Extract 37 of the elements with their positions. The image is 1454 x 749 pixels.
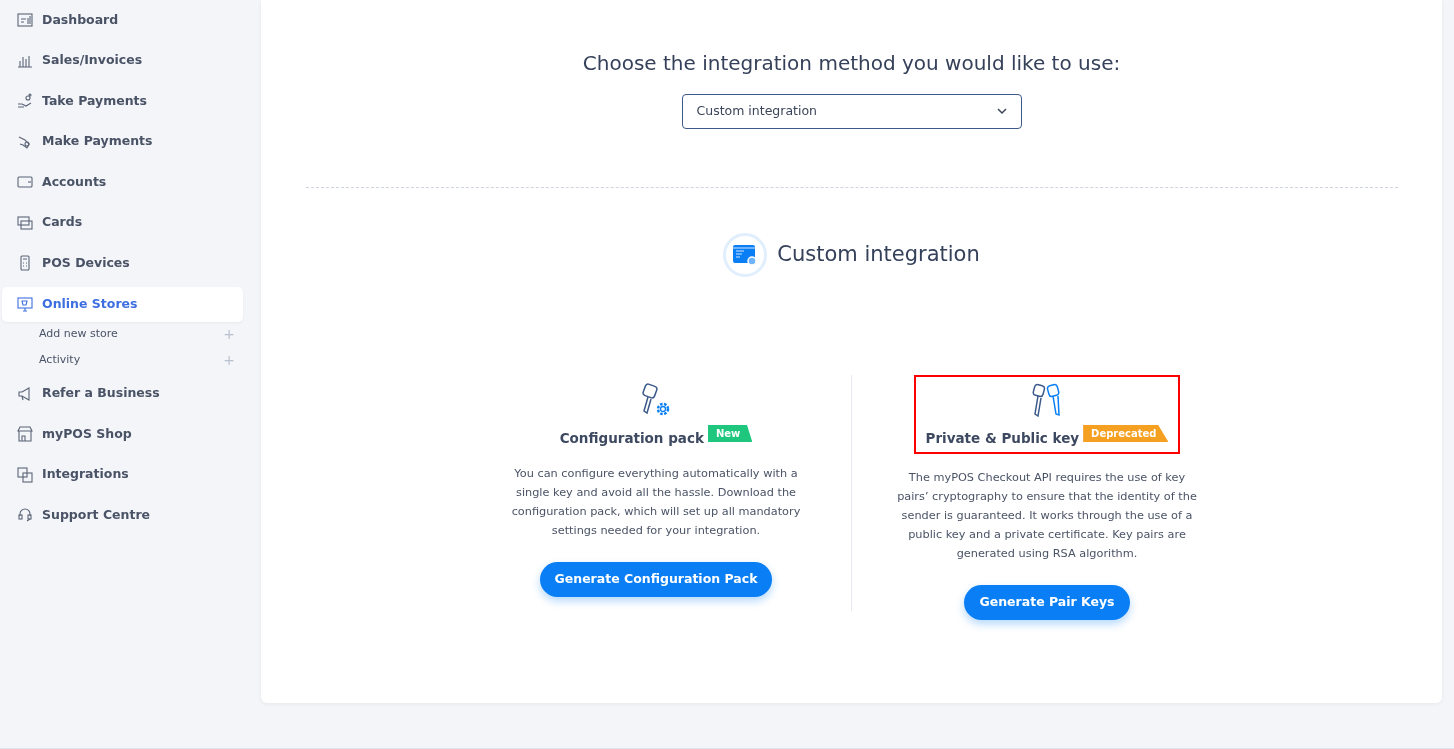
generate-button[interactable]: Generate Configuration Pack bbox=[539, 562, 773, 597]
sidebar-item[interactable]: Cards bbox=[2, 202, 243, 243]
cards-icon bbox=[17, 214, 33, 231]
chevron-icon bbox=[996, 108, 1007, 115]
megaphone-icon bbox=[17, 385, 33, 402]
submenu-item[interactable]: Add new store bbox=[39, 326, 118, 343]
heading: Choose the integration method you would like to use: bbox=[582, 50, 1121, 77]
option-description: The myPOS Checkout API requires the use of key pairs’ cryptography to ensure that the identity of the sender is guaranteed. It works through the use of a public key and a private certificate. Key pairs are generated using RSA algorithm. bbox=[897, 470, 1197, 562]
sidebar-item[interactable]: POS Devices bbox=[2, 243, 243, 284]
sidebar-item[interactable]: Integrations bbox=[2, 454, 243, 495]
sidebar-item[interactable]: Take Payments bbox=[2, 81, 243, 122]
hand-coins-icon bbox=[17, 93, 33, 110]
sidebar-item[interactable]: Sales/Invoices bbox=[2, 40, 243, 81]
option-description: You can configure everything automatically with a single key and avoid all the hassle. Download the configuration pack, which will set up all mandatory settings needed for your integration. bbox=[510, 466, 802, 539]
monitor-cart-icon bbox=[17, 296, 33, 312]
sidebar-item[interactable]: Dashboard bbox=[2, 0, 243, 41]
option-title: Private & Public key bbox=[925, 428, 1080, 448]
squares-icon bbox=[17, 466, 33, 483]
shop-icon bbox=[17, 426, 33, 443]
generate-button[interactable]: Generate Pair Keys bbox=[964, 585, 1130, 620]
sidebar-item[interactable]: Accounts bbox=[2, 162, 243, 203]
sidebar-item[interactable]: Refer a Business bbox=[2, 373, 243, 414]
sidebar-item[interactable]: myPOS Shop bbox=[2, 414, 243, 455]
sidebar-item[interactable]: Support Centre bbox=[2, 495, 243, 536]
status-tag: New bbox=[707, 425, 753, 442]
status-tag: Deprecated bbox=[1083, 425, 1169, 442]
dashboard-icon bbox=[17, 12, 33, 29]
method-select[interactable]: Custom integration bbox=[681, 94, 1022, 129]
submenu-item[interactable]: Activity bbox=[39, 352, 81, 369]
section-title: Custom integration bbox=[777, 242, 980, 268]
headset-icon bbox=[17, 507, 33, 524]
sidebar-item[interactable]: Online Stores bbox=[2, 286, 243, 322]
pos-terminal-icon bbox=[17, 255, 33, 272]
wallet-icon bbox=[17, 174, 33, 191]
option-title: Configuration pack bbox=[559, 428, 704, 448]
sidebar-item[interactable]: Make Payments bbox=[2, 121, 243, 162]
window-gear-icon bbox=[723, 233, 768, 277]
